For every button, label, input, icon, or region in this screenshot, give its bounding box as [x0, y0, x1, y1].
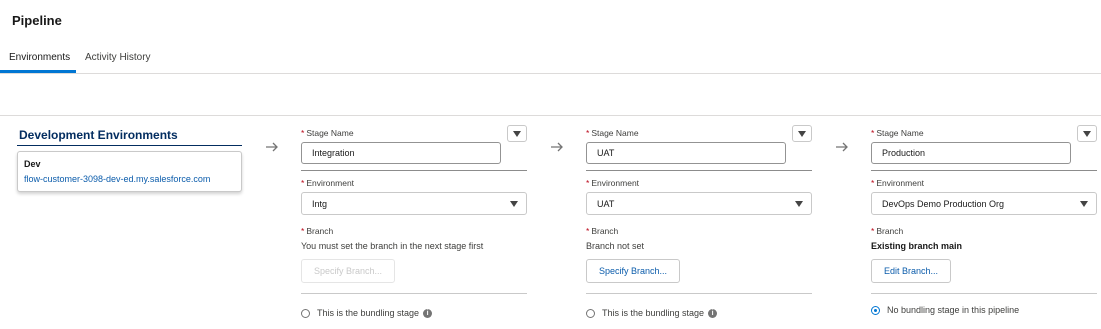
environment-value: Intg	[312, 199, 328, 209]
section-divider	[586, 293, 812, 294]
bundling-radio-label: No bundling stage in this pipeline	[887, 305, 1020, 315]
stage-name-input[interactable]	[586, 142, 786, 164]
environment-value: UAT	[597, 199, 615, 209]
bundling-radio-label: This is the bundling stage	[317, 308, 420, 318]
stage-uat: *Stage Name *Environment UAT *Branch Bra…	[586, 124, 812, 329]
specify-branch-button[interactable]: Specify Branch...	[586, 259, 681, 283]
section-divider	[586, 170, 812, 171]
arrow-right-icon	[266, 142, 278, 152]
section-divider	[871, 293, 1097, 294]
chevron-down-icon	[798, 130, 806, 137]
active-tab-indicator	[0, 70, 76, 73]
section-divider	[301, 170, 527, 171]
environment-select[interactable]: UAT	[586, 192, 812, 215]
required-marker: *	[871, 178, 875, 188]
caret-down-icon	[1080, 201, 1088, 207]
stage-name-input[interactable]	[871, 142, 1071, 164]
chevron-down-icon	[513, 130, 521, 137]
stage-integration: *Stage Name *Environment Intg *Branch Yo…	[301, 124, 527, 329]
arrow-right-icon	[551, 142, 563, 152]
environment-label: Environment	[591, 178, 640, 188]
bundling-radio-label: This is the bundling stage	[602, 308, 705, 318]
required-marker: *	[301, 128, 305, 138]
specify-branch-button[interactable]: Specify Branch...	[301, 259, 396, 283]
environment-url-link[interactable]: flow-customer-3098-dev-ed.my.salesforce.…	[24, 174, 210, 184]
bundling-radio[interactable]	[871, 305, 880, 315]
required-marker: *	[586, 178, 590, 188]
environment-select[interactable]: DevOps Demo Production Org	[871, 192, 1097, 215]
branch-label: Branch	[306, 226, 334, 236]
required-marker: *	[301, 178, 305, 188]
bundling-radio[interactable]	[301, 308, 310, 318]
environment-select[interactable]: Intg	[301, 192, 527, 215]
stage-menu-button[interactable]	[792, 125, 812, 142]
tab-bar: Environments Activity History	[0, 44, 1101, 74]
required-marker: *	[871, 226, 875, 236]
stage-name-label: Stage Name	[591, 128, 639, 138]
environment-label: Environment	[306, 178, 355, 188]
caret-down-icon	[795, 201, 803, 207]
environment-name: Dev	[24, 159, 41, 169]
required-marker: *	[301, 226, 305, 236]
branch-label: Branch	[876, 226, 904, 236]
tab-environments[interactable]: Environments	[9, 52, 70, 63]
branch-status: Existing branch main	[871, 241, 963, 251]
edit-branch-button[interactable]: Edit Branch...	[871, 259, 952, 283]
stage-name-label: Stage Name	[876, 128, 924, 138]
section-divider	[871, 170, 1097, 171]
required-marker: *	[586, 128, 590, 138]
dev-environment-card[interactable]: Dev flow-customer-3098-dev-ed.my.salesfo…	[17, 151, 242, 192]
required-marker: *	[586, 226, 590, 236]
dev-heading-rule	[17, 145, 242, 146]
stage-name-label: Stage Name	[306, 128, 354, 138]
chevron-down-icon	[1083, 130, 1091, 137]
caret-down-icon	[510, 201, 518, 207]
arrow-right-icon	[836, 142, 848, 152]
tab-activity-history[interactable]: Activity History	[85, 52, 151, 63]
branch-label: Branch	[591, 226, 619, 236]
info-icon[interactable]: i	[708, 308, 718, 318]
section-divider	[301, 293, 527, 294]
page-title: Pipeline	[12, 13, 62, 28]
stage-name-input[interactable]	[301, 142, 501, 164]
stage-menu-button[interactable]	[1077, 125, 1097, 142]
dev-environments-heading: Development Environments	[19, 128, 178, 142]
stage-menu-button[interactable]	[507, 125, 527, 142]
bundling-radio[interactable]	[586, 308, 595, 318]
no-bundling-stage-option[interactable]: No bundling stage in this pipeline	[871, 305, 1019, 315]
info-icon[interactable]: i	[423, 308, 433, 318]
environment-label: Environment	[876, 178, 925, 188]
environment-value: DevOps Demo Production Org	[882, 199, 1005, 209]
branch-status: You must set the branch in the next stag…	[301, 241, 484, 251]
bundling-stage-option[interactable]: This is the bundling stage i	[301, 308, 433, 318]
required-marker: *	[871, 128, 875, 138]
branch-status: Branch not set	[586, 241, 645, 251]
divider	[0, 115, 1101, 116]
bundling-stage-option[interactable]: This is the bundling stage i	[586, 308, 718, 318]
stage-production: *Stage Name *Environment DevOps Demo Pro…	[871, 124, 1097, 329]
